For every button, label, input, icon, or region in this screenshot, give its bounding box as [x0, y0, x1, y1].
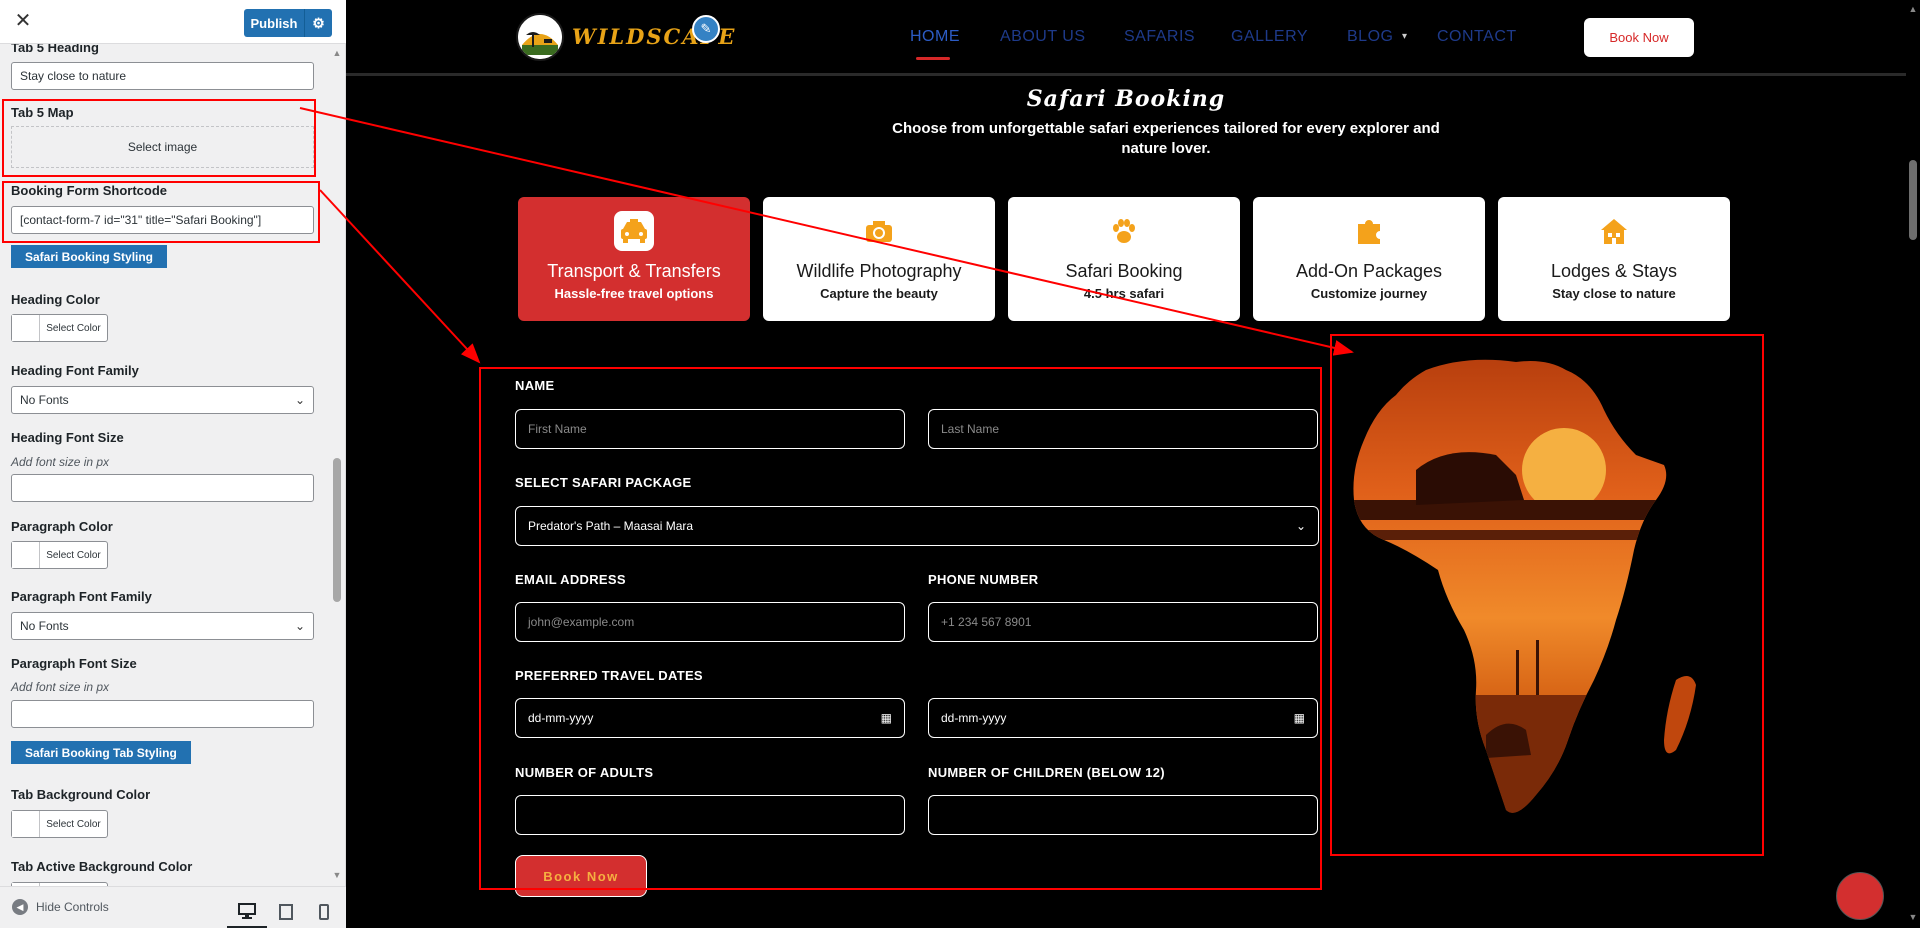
- annotation-box-form: [479, 367, 1322, 890]
- header-book-now-button[interactable]: Book Now: [1584, 18, 1694, 57]
- font-size-hint: Add font size in px: [11, 680, 110, 694]
- safari-booking-styling-section[interactable]: Safari Booking Styling: [11, 245, 168, 268]
- tab-title: Wildlife Photography: [796, 261, 962, 281]
- gear-icon[interactable]: ⚙: [304, 9, 332, 37]
- tab-subtitle: Hassle-free travel options: [554, 286, 714, 301]
- select-value: No Fonts: [20, 619, 69, 633]
- heading-font-family-label: Heading Font Family: [11, 363, 139, 378]
- heading-font-size-label: Heading Font Size: [11, 430, 124, 445]
- taxi-icon: [614, 211, 654, 251]
- scroll-down-icon[interactable]: ▼: [1908, 912, 1918, 922]
- tab-active-bg-label: Tab Active Background Color: [11, 859, 193, 874]
- chevron-down-icon: ⌄: [294, 619, 305, 633]
- tab-title: Add-On Packages: [1295, 261, 1443, 281]
- nav-active-indicator: [916, 57, 950, 60]
- annotation-box-tab5-map: [2, 99, 316, 177]
- site-header: WILDSCAPE ✎ HOME ABOUT US SAFARIS GALLER…: [346, 0, 1906, 76]
- nav-contact[interactable]: CONTACT: [1437, 28, 1517, 46]
- paragraph-color-picker[interactable]: Select Color: [11, 541, 108, 569]
- select-value: No Fonts: [20, 393, 69, 407]
- puzzle-icon: [1349, 211, 1389, 251]
- scroll-up-icon[interactable]: ▲: [332, 48, 342, 58]
- panel-scrollbar[interactable]: ▲ ▼: [330, 44, 344, 886]
- section-subtitle: Choose from unforgettable safari experie…: [892, 120, 1440, 157]
- scroll-down-icon[interactable]: ▼: [332, 870, 342, 880]
- hide-controls-label: Hide Controls: [36, 900, 109, 914]
- paragraph-color-label: Paragraph Color: [11, 519, 113, 534]
- tab-lodges-stays[interactable]: Lodges & Stays Stay close to nature: [1498, 197, 1730, 321]
- logo-icon[interactable]: [516, 13, 564, 61]
- tab-bg-color-label: Tab Background Color: [11, 787, 151, 802]
- paragraph-font-size-label: Paragraph Font Size: [11, 656, 137, 671]
- edit-pencil-icon[interactable]: ✎: [692, 15, 720, 43]
- desktop-preview-icon[interactable]: [227, 895, 267, 928]
- nav-about-us[interactable]: ABOUT US: [1000, 28, 1086, 46]
- nav-safaris[interactable]: SAFARIS: [1124, 28, 1195, 46]
- tab-transport[interactable]: Transport & Transfers Hassle-free travel…: [518, 197, 750, 321]
- paw-icon: [1104, 211, 1144, 251]
- blog-dropdown-icon[interactable]: ▾: [1402, 31, 1408, 42]
- color-swatch: [12, 811, 40, 837]
- close-icon[interactable]: ✕: [12, 10, 34, 32]
- collapse-icon: ◀: [12, 899, 28, 915]
- tab5-heading-input[interactable]: Stay close to nature: [11, 62, 314, 90]
- tab-styling-section[interactable]: Safari Booking Tab Styling: [11, 741, 191, 764]
- preview-scrollbar[interactable]: ▲ ▼: [1906, 0, 1920, 928]
- annotation-box-shortcode: [2, 181, 320, 243]
- tab-title: Lodges & Stays: [1550, 261, 1678, 281]
- tab-title: Transport & Transfers: [547, 261, 721, 281]
- tablet-preview-icon[interactable]: [266, 895, 306, 928]
- nav-blog[interactable]: BLOG: [1347, 28, 1393, 46]
- heading-color-picker[interactable]: Select Color: [11, 314, 108, 342]
- select-color-label: Select Color: [46, 818, 101, 830]
- customizer-footer: ◀ Hide Controls: [0, 886, 346, 928]
- nav-gallery[interactable]: GALLERY: [1231, 28, 1308, 46]
- tab-subtitle: Stay close to nature: [1552, 286, 1676, 301]
- scrollbar-thumb[interactable]: [1909, 160, 1917, 240]
- heading-font-size-input[interactable]: [11, 474, 314, 502]
- scroll-up-icon[interactable]: ▲: [1908, 4, 1918, 14]
- tab-title: Safari Booking: [1065, 261, 1183, 281]
- annotation-box-map: [1330, 334, 1764, 856]
- mobile-preview-icon[interactable]: [304, 895, 344, 928]
- chevron-down-icon: ⌄: [294, 393, 305, 407]
- heading-font-family-select[interactable]: No Fonts ⌄: [11, 386, 314, 414]
- select-color-label: Select Color: [46, 322, 101, 334]
- color-swatch: [12, 542, 40, 568]
- tab5-heading-label: Tab 5 Heading: [11, 44, 99, 55]
- heading-color-label: Heading Color: [11, 292, 100, 307]
- tab-bg-color-picker[interactable]: Select Color: [11, 810, 108, 838]
- publish-button[interactable]: Publish ⚙: [244, 9, 332, 37]
- lodge-icon: [1594, 211, 1634, 251]
- select-color-label: Select Color: [46, 549, 101, 561]
- camera-icon: [859, 211, 899, 251]
- scrollbar-thumb[interactable]: [333, 458, 341, 602]
- tab-subtitle: Capture the beauty: [820, 286, 938, 301]
- color-swatch: [12, 315, 40, 341]
- paragraph-font-family-select[interactable]: No Fonts ⌄: [11, 612, 314, 640]
- tab-safari-booking[interactable]: Safari Booking 4.5 hrs safari: [1008, 197, 1240, 321]
- tab-wildlife-photography[interactable]: Wildlife Photography Capture the beauty: [763, 197, 995, 321]
- nav-home[interactable]: HOME: [910, 28, 960, 46]
- section-title: Safari Booking: [1026, 86, 1226, 112]
- paragraph-font-size-input[interactable]: [11, 700, 314, 728]
- publish-label[interactable]: Publish: [244, 16, 304, 31]
- tab-subtitle: 4.5 hrs safari: [1083, 286, 1165, 301]
- hide-controls-button[interactable]: ◀ Hide Controls: [12, 899, 109, 915]
- font-size-hint: Add font size in px: [11, 455, 110, 469]
- paragraph-font-family-label: Paragraph Font Family: [11, 589, 152, 604]
- tab-subtitle: Customize journey: [1310, 286, 1428, 301]
- customizer-header: ✕ Publish ⚙: [0, 0, 346, 44]
- chat-button[interactable]: [1836, 872, 1884, 920]
- tab-add-on-packages[interactable]: Add-On Packages Customize journey: [1253, 197, 1485, 321]
